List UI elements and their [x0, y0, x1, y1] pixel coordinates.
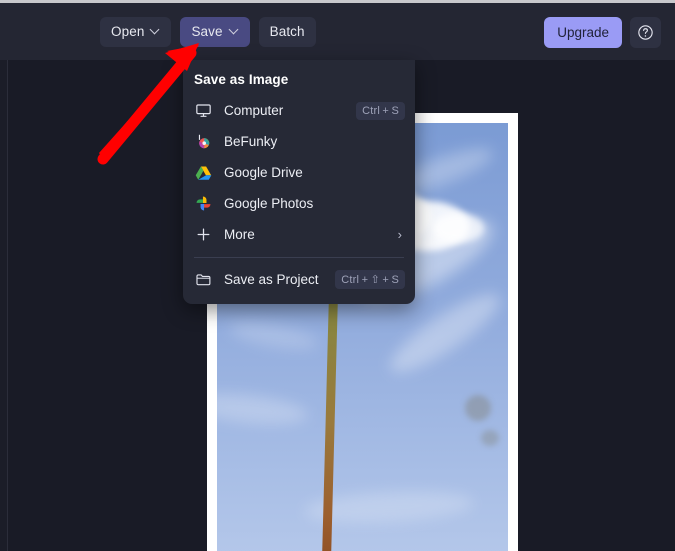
menu-item-computer[interactable]: Computer Ctrl + S — [183, 95, 415, 126]
chevron-down-icon — [151, 26, 160, 35]
folder-icon — [194, 270, 213, 289]
upgrade-button[interactable]: Upgrade — [544, 17, 622, 48]
menu-item-label: BeFunky — [224, 134, 278, 149]
menu-item-shortcut: Ctrl + ⇧ + S — [335, 270, 405, 289]
menu-item-more[interactable]: More › — [183, 219, 415, 250]
save-button[interactable]: Save — [180, 17, 250, 47]
menu-divider — [194, 257, 404, 258]
menu-item-label: Save as Project — [224, 272, 319, 287]
plus-icon — [194, 225, 213, 244]
befunky-logo-icon — [194, 132, 213, 151]
batch-button-label: Batch — [269, 24, 305, 40]
open-button[interactable]: Open — [100, 17, 172, 47]
toolbar-left-group: Open Save Batch — [100, 17, 316, 47]
cloud-shape — [217, 388, 310, 430]
google-drive-icon — [194, 163, 213, 182]
menu-item-google-photos[interactable]: Google Photos — [183, 188, 415, 219]
floating-seed — [464, 395, 491, 422]
monitor-icon — [194, 101, 213, 120]
top-toolbar: Open Save Batch Upgrade — [0, 3, 675, 60]
chevron-right-icon: › — [397, 227, 402, 242]
floating-seed — [481, 430, 500, 447]
open-button-label: Open — [111, 24, 145, 40]
menu-section-title: Save as Image — [194, 72, 289, 87]
upgrade-button-label: Upgrade — [557, 25, 609, 40]
menu-item-label: Computer — [224, 103, 284, 118]
menu-item-label: Google Photos — [224, 196, 314, 211]
google-photos-icon — [194, 194, 213, 213]
menu-item-befunky[interactable]: BeFunky — [183, 126, 415, 157]
menu-item-save-as-project[interactable]: Save as Project Ctrl + ⇧ + S — [183, 264, 415, 295]
question-circle-icon — [638, 25, 653, 40]
app-window: Open Save Batch Upgrade Save as Image Co… — [0, 3, 675, 551]
save-dropdown-menu: Save as Image Computer Ctrl + S BeFunky … — [183, 60, 415, 304]
cloud-shape — [227, 317, 320, 355]
menu-item-label: Google Drive — [224, 165, 303, 180]
toolbar-right-group: Upgrade — [544, 17, 661, 48]
menu-item-google-drive[interactable]: Google Drive — [183, 157, 415, 188]
help-button[interactable] — [630, 17, 661, 48]
batch-button[interactable]: Batch — [258, 17, 316, 47]
menu-item-shortcut: Ctrl + S — [356, 101, 405, 120]
menu-item-label: More — [224, 227, 255, 242]
left-toolbar-rail[interactable] — [0, 60, 8, 551]
chevron-down-icon — [230, 26, 239, 35]
save-button-label: Save — [191, 24, 223, 40]
